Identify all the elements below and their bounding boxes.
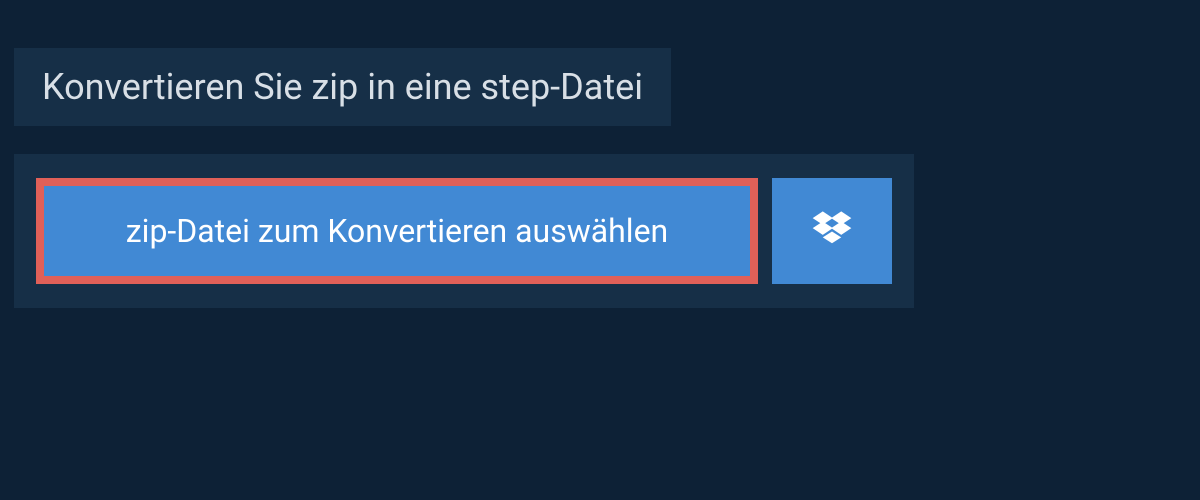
page-title: Konvertieren Sie zip in eine step-Datei xyxy=(42,66,643,108)
select-file-button[interactable]: zip-Datei zum Konvertieren auswählen xyxy=(36,178,758,284)
select-file-label: zip-Datei zum Konvertieren auswählen xyxy=(126,212,668,250)
header-bar: Konvertieren Sie zip in eine step-Datei xyxy=(14,48,671,126)
dropbox-icon xyxy=(811,208,853,254)
file-select-panel: zip-Datei zum Konvertieren auswählen xyxy=(14,154,914,308)
dropbox-button[interactable] xyxy=(772,178,892,284)
